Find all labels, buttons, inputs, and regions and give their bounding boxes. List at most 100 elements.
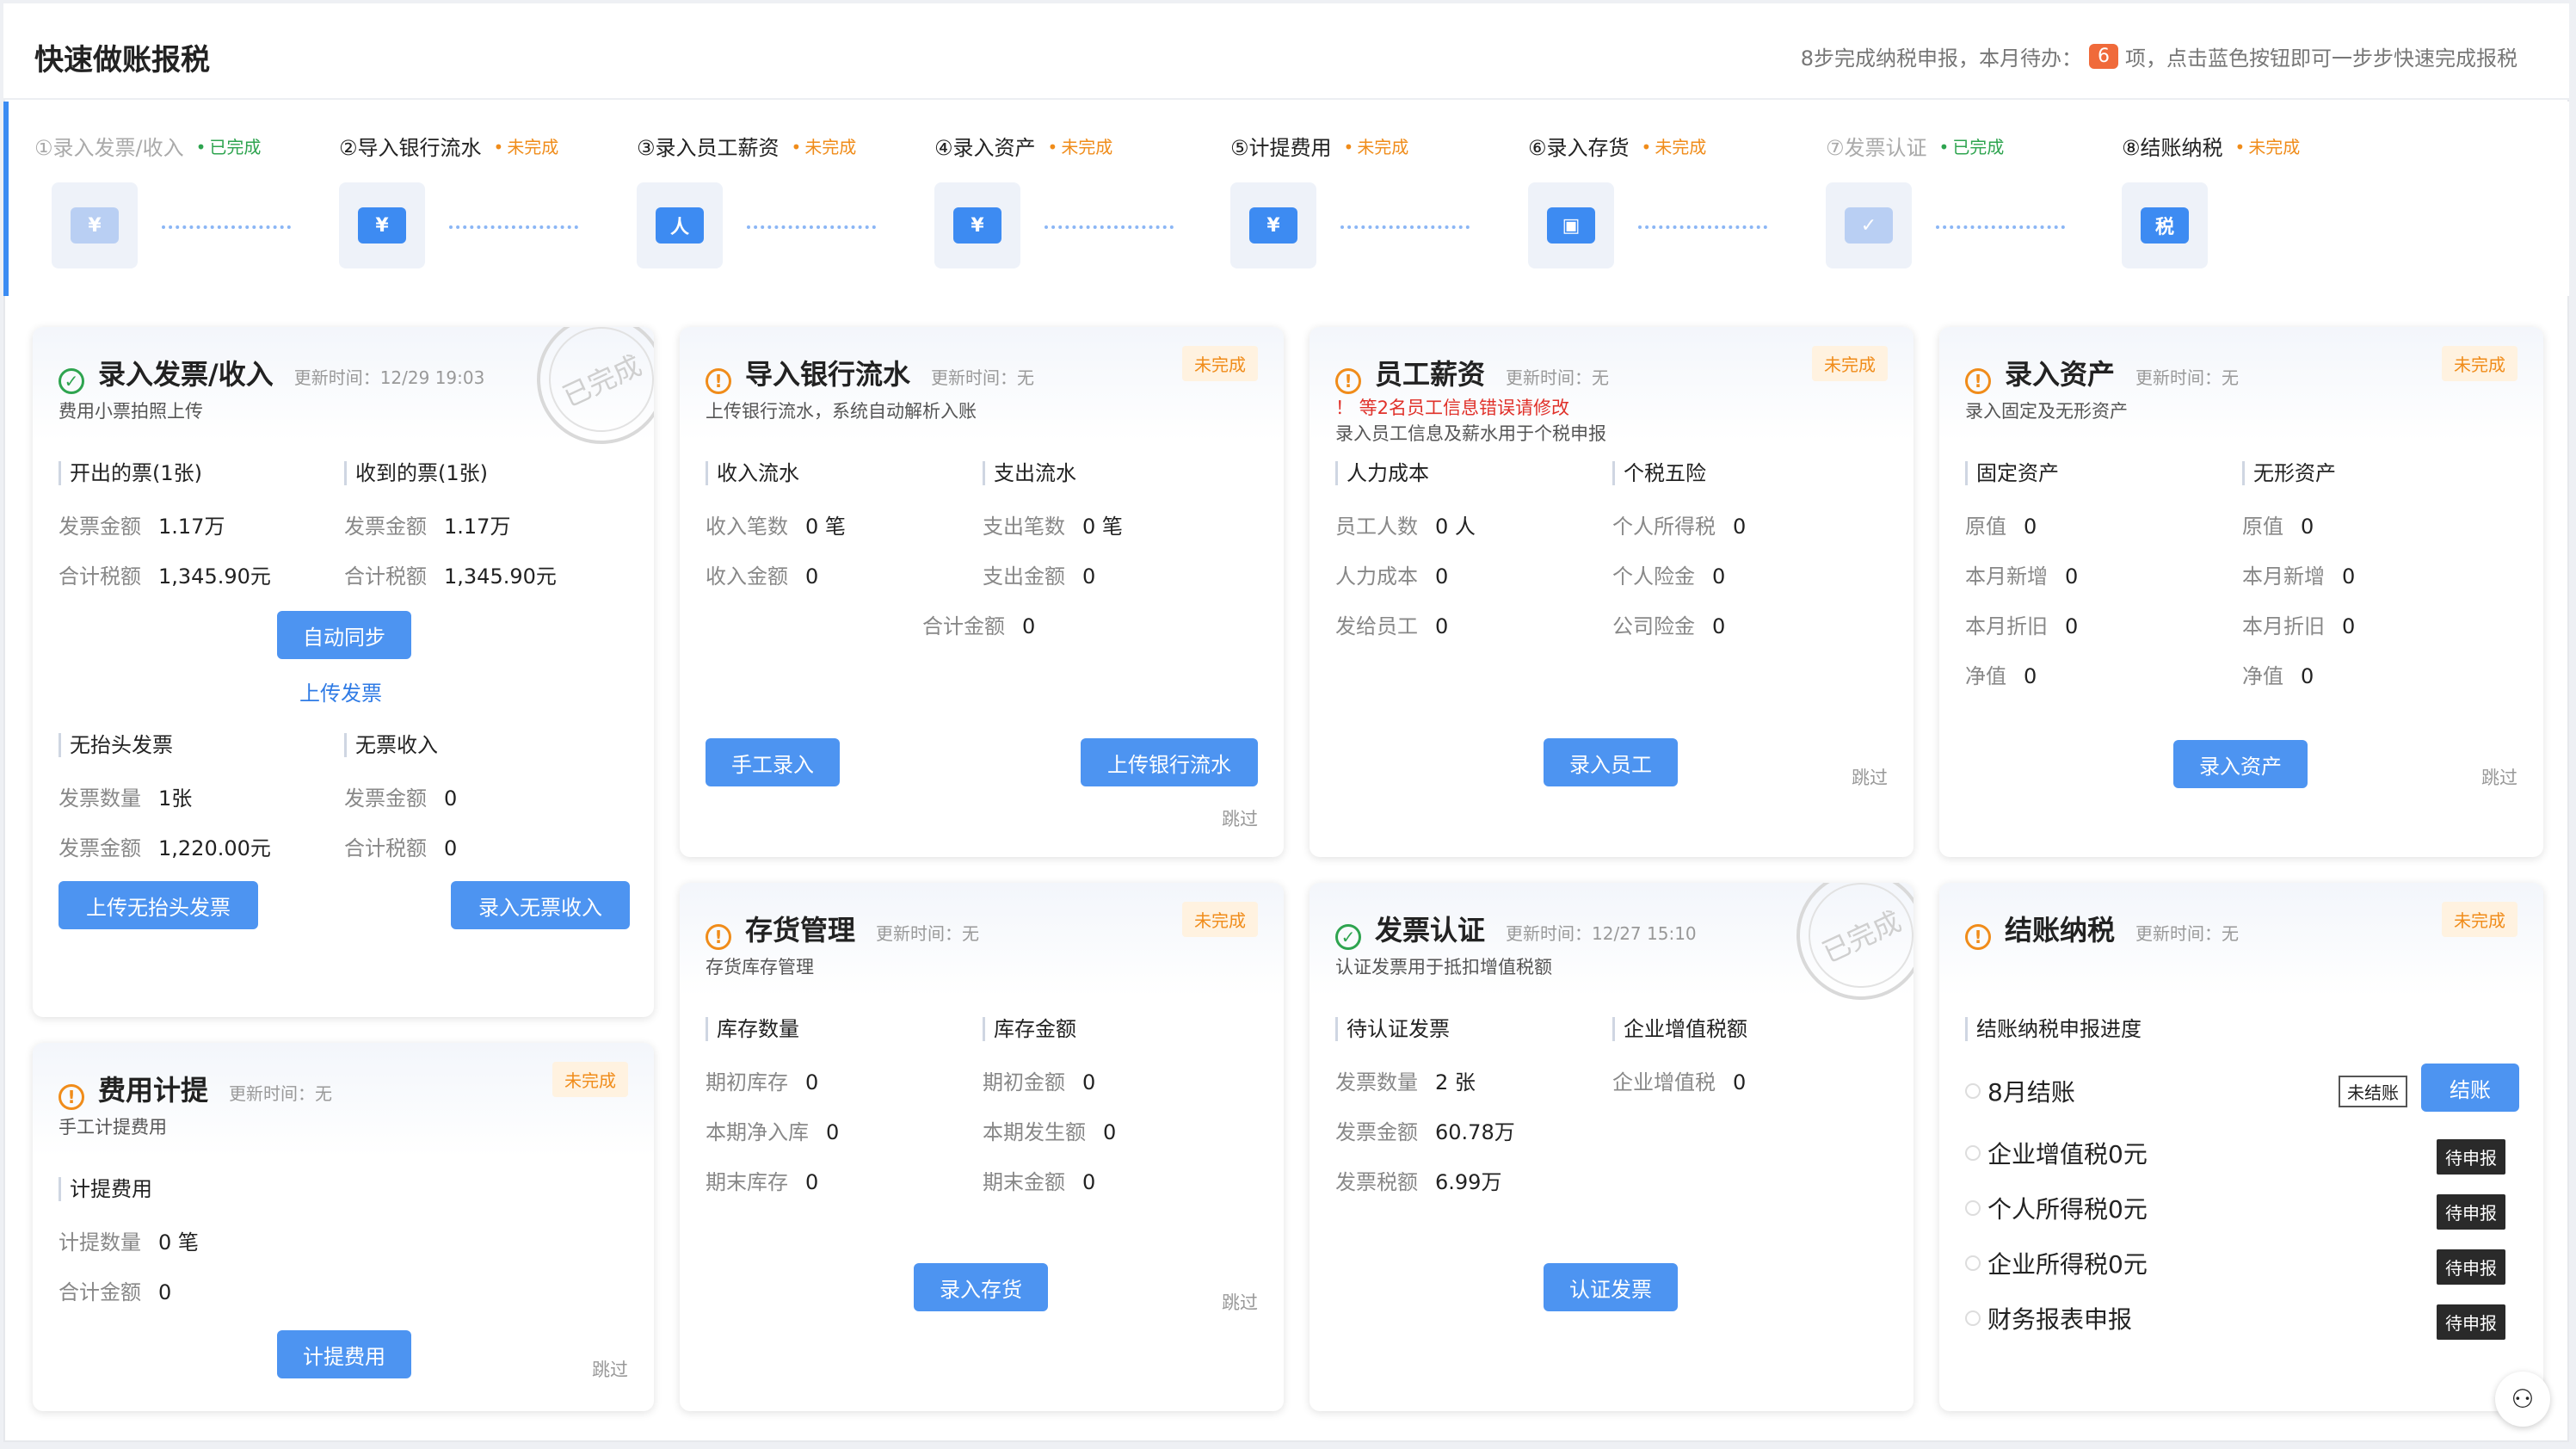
status-dot-icon: • <box>493 137 504 157</box>
received-tax-row: 合计税额 1,345.90元 <box>344 564 557 589</box>
opening-stock-row: 期初库存 0 <box>706 1070 819 1094</box>
step-label: ①录入发票/收入 • 已完成 <box>34 131 261 161</box>
expense-amount-row: 支出金额 0 <box>983 564 1096 589</box>
icon-glyph: ¥ <box>953 207 1001 244</box>
skip-link[interactable]: 跳过 <box>1222 805 1258 831</box>
manual-entry-button[interactable]: 手工录入 <box>706 738 840 786</box>
issued-invoices-title: 开出的票(1张) <box>59 461 202 485</box>
step-label: ⑥录入存货 • 未完成 <box>1528 131 1706 161</box>
card-title: ! 录入资产 更新时间：无 <box>1965 353 2239 394</box>
step-label: ③录入员工薪资 • 未完成 <box>637 131 856 161</box>
fixed-asset-title: 固定资产 <box>1965 461 2059 485</box>
invoice-icon[interactable]: ¥ <box>52 182 138 268</box>
card-title: ! 结账纳税 更新时间：无 <box>1965 909 2240 950</box>
card-title: ! 费用计提 更新时间：无 <box>59 1069 333 1110</box>
updated-time: 更新时间：无 <box>229 1083 333 1104</box>
invoice-amount-row: 发票金额 60.78万 <box>1335 1120 1515 1144</box>
icon-glyph: ¥ <box>1249 207 1297 244</box>
card-subtitle: 录入员工信息及薪水用于个税申报 <box>1335 423 1606 444</box>
verify-invoice-button[interactable]: 认证发票 <box>1544 1263 1678 1311</box>
card-name: 存货管理 <box>745 914 856 946</box>
card-name: 结账纳税 <box>2005 914 2116 946</box>
status-dot-icon: • <box>195 137 206 157</box>
enter-employee-button[interactable]: 录入员工 <box>1544 738 1678 786</box>
invoice-tax-row: 发票税额 6.99万 <box>1335 1170 1502 1194</box>
updated-time: 更新时间：无 <box>931 367 1035 388</box>
card-invoice: 已完成 ✓ 录入发票/收入 更新时间：12/29 19:03 费用小票拍照上传 … <box>33 327 654 1017</box>
assistant-float-icon[interactable]: ⚇ <box>2495 1372 2550 1427</box>
enter-inventory-button[interactable]: 录入存货 <box>914 1263 1048 1311</box>
income-count-row: 收入笔数 0 笔 <box>706 515 846 539</box>
check-circle-icon: ✓ <box>59 368 84 394</box>
tax-icon[interactable]: 税 <box>2122 182 2208 268</box>
card-close-and-tax: 未完成 ! 结账纳税 更新时间：无 结账纳税申报进度 8月结账 未结账 结账 企… <box>1939 883 2543 1411</box>
skip-link[interactable]: 跳过 <box>592 1356 628 1382</box>
bank-card-icon[interactable]: ¥ <box>339 182 425 268</box>
step-3[interactable]: ③录入员工薪资 • 未完成 <box>637 131 856 161</box>
warning-circle-icon: ! <box>1965 924 1991 950</box>
step-7[interactable]: ⑦发票认证 • 已完成 <box>1826 131 2004 161</box>
step-label: ⑧结账纳税 • 未完成 <box>2122 131 2300 161</box>
upload-no-title-invoice-button[interactable]: 上传无抬头发票 <box>59 881 258 929</box>
card-subtitle: 存货库存管理 <box>706 957 814 977</box>
steps-accent-bar <box>3 102 9 296</box>
auto-sync-button[interactable]: 自动同步 <box>277 611 411 659</box>
warning-circle-icon: ! <box>1335 368 1361 394</box>
fixed-asset-row: 本月折旧 0 <box>1965 614 2079 638</box>
paid-employees-row: 发给员工 0 <box>1335 614 1449 638</box>
declaration-item: 企业增值税0元 <box>1965 1136 2148 1170</box>
radio-icon <box>1965 1200 1981 1216</box>
pending-declaration-badge: 待申报 <box>2437 1139 2505 1175</box>
wallet-icon[interactable]: ¥ <box>934 182 1020 268</box>
skip-link[interactable]: 跳过 <box>1222 1289 1258 1315</box>
step-4[interactable]: ④录入资产 • 未完成 <box>934 131 1112 161</box>
card-subtitle: 费用小票拍照上传 <box>59 401 203 422</box>
step-6[interactable]: ⑥录入存货 • 未完成 <box>1528 131 1706 161</box>
step-8[interactable]: ⑧结账纳税 • 未完成 <box>2122 131 2300 161</box>
step-5[interactable]: ⑤计提费用 • 未完成 <box>1230 131 1408 161</box>
error-message[interactable]: ！ 等2名员工信息错误请修改 <box>1335 394 1569 420</box>
card-bank: 未完成 ! 导入银行流水 更新时间：无 上传银行流水，系统自动解析入账 收入流水… <box>680 327 1284 857</box>
skip-link[interactable]: 跳过 <box>2481 764 2517 790</box>
radio-icon <box>1965 1310 1981 1326</box>
upload-bank-statement-button[interactable]: 上传银行流水 <box>1081 738 1258 786</box>
close-books-button[interactable]: 结账 <box>2421 1064 2519 1112</box>
step-connector <box>1936 225 2065 229</box>
page-header: 快速做账报税 8步完成纳税申报，本月待办： 6 项，点击蓝色按钮即可一步步快速完… <box>3 3 2569 100</box>
icon-glyph: ¥ <box>358 207 406 244</box>
page-title: 快速做账报税 <box>34 43 210 77</box>
updated-time: 更新时间：无 <box>2135 923 2240 944</box>
employee-icon[interactable]: 人 <box>637 182 723 268</box>
enter-asset-button[interactable]: 录入资产 <box>2173 740 2308 788</box>
status-badge: 未完成 <box>1182 346 1258 381</box>
opening-amount-row: 期初金额 0 <box>983 1070 1096 1094</box>
warning-circle-icon: ! <box>706 368 731 394</box>
status-badge: 未完成 <box>2442 346 2517 381</box>
expense-flow-title: 支出流水 <box>983 461 1076 485</box>
icon-glyph: ✓ <box>1845 207 1893 244</box>
invoice-verify-icon[interactable]: ✓ <box>1826 182 1912 268</box>
labor-cost-row: 人力成本 0 <box>1335 564 1449 589</box>
close-progress-title: 结账纳税申报进度 <box>1965 1017 2142 1041</box>
issued-amount-row: 发票金额 1.17万 <box>59 515 225 539</box>
step-2[interactable]: ②导入银行流水 • 未完成 <box>339 131 558 161</box>
skip-link[interactable]: 跳过 <box>1852 764 1888 790</box>
card-expense: 未完成 ! 费用计提 更新时间：无 手工计提费用 计提费用 计提数量 0 笔 合计… <box>33 1043 654 1411</box>
step-label: ②导入银行流水 • 未完成 <box>339 131 558 161</box>
expense-icon[interactable]: ¥ <box>1230 182 1316 268</box>
pending-count-badge: 6 <box>2089 44 2118 69</box>
declaration-item: 企业所得税0元 <box>1965 1246 2148 1280</box>
card-subtitle: 手工计提费用 <box>59 1117 167 1138</box>
step-connector <box>1340 225 1470 229</box>
updated-time: 更新时间：12/29 19:03 <box>293 367 485 388</box>
accrual-count-row: 计提数量 0 笔 <box>59 1230 199 1255</box>
labor-cost-title: 人力成本 <box>1335 461 1429 485</box>
enter-no-invoice-income-button[interactable]: 录入无票收入 <box>451 881 630 929</box>
step-1[interactable]: ①录入发票/收入 • 已完成 <box>34 131 261 161</box>
inventory-box-icon[interactable]: ▣ <box>1528 182 1614 268</box>
accrue-expense-button[interactable]: 计提费用 <box>277 1330 411 1378</box>
upload-invoice-link[interactable]: 上传发票 <box>299 676 382 706</box>
status-dot-icon: • <box>1938 137 1950 157</box>
card-title: ✓ 发票认证 更新时间：12/27 15:10 <box>1335 909 1697 950</box>
step-label: ④录入资产 • 未完成 <box>934 131 1112 161</box>
